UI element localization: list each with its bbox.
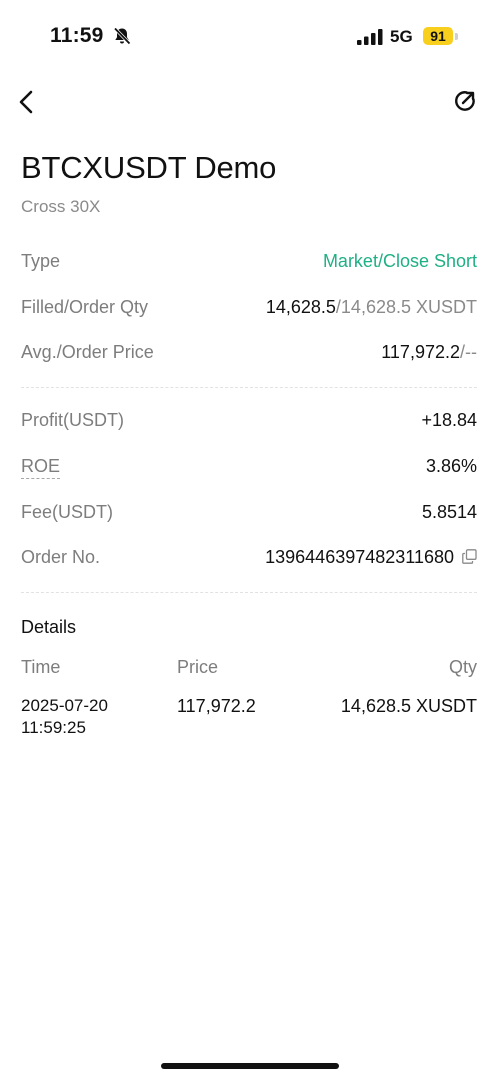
page-title: BTCXUSDT Demo xyxy=(21,150,277,185)
filled-qty-row: Filled/Order Qty 14,628.5/14,628.5 XUSDT xyxy=(21,297,477,323)
type-label: Type xyxy=(21,251,61,271)
order-no-label: Order No. xyxy=(21,547,101,567)
order-no-value: 1396446397482311680 xyxy=(265,547,477,568)
profit-label: Profit(USDT) xyxy=(21,410,124,430)
details-heading: Details xyxy=(21,617,77,637)
share-icon[interactable] xyxy=(452,88,478,114)
order-qty: /14,628.5 XUSDT xyxy=(335,297,477,317)
avg-price-row: Avg./Order Price 117,972.2/-- xyxy=(21,342,477,368)
type-value: Market/Close Short xyxy=(322,251,477,271)
order-price: /-- xyxy=(460,342,477,362)
order-no: 1396446397482311680 xyxy=(265,547,454,567)
avg-price: 117,972.2 xyxy=(381,342,460,362)
fill-clock: 11:59:25 xyxy=(21,718,86,737)
fill-qty: 14,628.5 XUSDT xyxy=(340,696,477,716)
status-bar: 11:59 5G 91 xyxy=(0,0,498,72)
fill-date: 2025-07-20 xyxy=(21,696,108,715)
avg-price-value: 117,972.2/-- xyxy=(381,342,477,363)
divider xyxy=(21,387,477,388)
roe-row: ROE 3.86% xyxy=(21,456,477,482)
battery-cap xyxy=(455,33,458,40)
fee-row: Fee(USDT) 5.8514 xyxy=(21,502,477,528)
filled-qty-value: 14,628.5/14,628.5 XUSDT xyxy=(266,297,477,318)
avg-price-label: Avg./Order Price xyxy=(21,342,154,362)
column-header-time: Time xyxy=(21,657,61,677)
divider xyxy=(21,592,477,593)
copy-icon[interactable] xyxy=(462,549,477,564)
back-chevron-icon[interactable] xyxy=(14,86,44,118)
signal-icon xyxy=(357,29,383,45)
fee-label: Fee(USDT) xyxy=(21,502,114,522)
filled-qty: 14,628.5 xyxy=(265,297,336,317)
battery-level: 91 xyxy=(423,27,453,45)
order-no-row: Order No. 1396446397482311680 xyxy=(21,547,477,573)
network-type: 5G xyxy=(390,27,413,46)
filled-qty-label: Filled/Order Qty xyxy=(21,297,149,317)
profit-value: +18.84 xyxy=(421,410,477,430)
profit-row: Profit(USDT) +18.84 xyxy=(21,410,477,436)
status-time: 11:59 xyxy=(50,24,104,47)
fill-price: 117,972.2 xyxy=(177,696,256,716)
roe-value: 3.86% xyxy=(425,456,477,476)
roe-label[interactable]: ROE xyxy=(21,456,61,479)
type-row: Type Market/Close Short xyxy=(21,251,477,277)
fee-value: 5.8514 xyxy=(421,502,477,522)
fill-time: 2025-07-20 11:59:25 xyxy=(21,695,108,739)
home-indicator[interactable] xyxy=(161,1063,339,1069)
column-header-qty: Qty xyxy=(448,657,477,677)
bell-slash-icon xyxy=(113,27,131,45)
leverage-subtitle: Cross 30X xyxy=(21,197,101,216)
column-header-price: Price xyxy=(177,657,219,677)
